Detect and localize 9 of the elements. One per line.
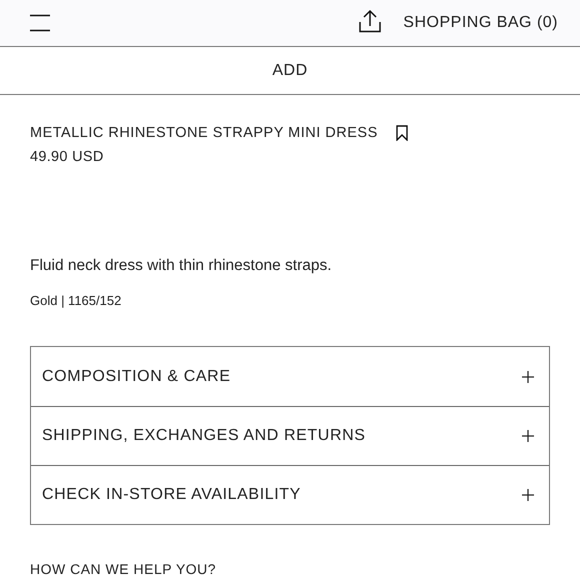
product-name: METALLIC RHINESTONE STRAPPY MINI DRESS [30,125,378,141]
share-icon[interactable] [359,9,382,33]
bookmark-icon[interactable] [396,125,408,141]
shopping-bag-link[interactable]: SHOPPING BAG (0) [403,14,558,32]
product-description: Fluid neck dress with thin rhinestone straps. [30,257,333,275]
color-reference: Gold | 1165/152 [30,293,122,308]
product-price: 49.90 USD [30,149,105,165]
menu-icon[interactable] [29,14,51,32]
help-heading: HOW CAN WE HELP YOU? [30,561,218,577]
